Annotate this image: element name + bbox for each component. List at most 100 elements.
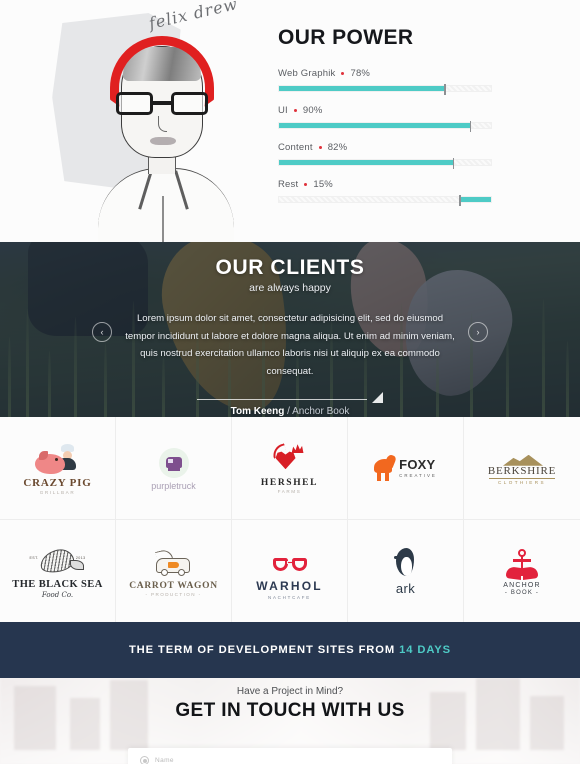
testimonial-quote: Lorem ipsum dolor sit amet, consectetur … [125,313,455,378]
skill-name: Content [278,142,313,153]
logo-cell-berkshire[interactable]: BERKSHIRE CLOTHIERS [464,417,580,520]
logo-tagline: CLOTHIERS [498,479,546,485]
logo-tagline: NACHTCAFE [267,594,312,600]
client-logos-grid: CRAZY PIG GRILLBAR purpletruck HERSHEL F… [0,417,580,622]
skill-name: Rest [278,179,299,190]
logo-name: WARHOL [256,578,323,593]
logo-cell-purpletruck[interactable]: purpletruck [116,417,232,520]
skill-progress-knob [444,84,446,95]
skill-label-row: Web Graphik 78% [278,68,492,79]
logo-name: THE BLACK SEA [12,579,103,591]
logo-cell-warhol[interactable]: WARHOL NACHTCAFE [232,519,348,622]
skill-item: Rest 15% [278,179,492,206]
logo-cell-ark[interactable]: ark [348,519,464,622]
glasses-icon [272,542,307,576]
logo-name: FOXY [399,456,436,472]
logo-cell-foxy[interactable]: FOXY CREATIVE [348,417,464,520]
portrait-nose [158,116,167,132]
divider-arrow-icon [372,391,383,403]
skill-label-row: Content 82% [278,142,492,153]
name-field-row[interactable]: Name [140,756,440,764]
logo-tagline: GRILLBAR [39,490,76,496]
bullet-dot-icon [318,146,322,149]
skill-progress-bar [278,195,492,206]
skill-label-row: Rest 15% [278,179,492,190]
skill-progress-bar [278,158,492,169]
logo-tagline: - PRODUCTION - [145,592,202,598]
clients-content: OUR CLIENTS are always happy Lorem ipsum… [0,242,580,417]
skill-item: Web Graphik 78% [278,68,492,95]
logo-tagline: CREATIVE [399,472,437,478]
glasses-bridge [153,101,171,105]
our-power-panel: OUR POWER Web Graphik 78% UI 90% Content… [272,0,580,242]
glasses-icon [116,92,208,115]
our-clients-title: OUR CLIENTS [215,256,365,279]
skill-name: UI [278,105,288,116]
logo-name: BERKSHIRE [487,464,557,477]
get-in-touch-section: Have a Project in Mind? GET IN TOUCH WIT… [0,678,580,764]
skill-progress-fill [459,197,491,202]
skill-item: UI 90% [278,105,492,132]
carrot-van-icon [148,544,200,578]
skill-percent: 82% [327,142,348,153]
skill-progress-knob [469,121,472,132]
skill-label-row: UI 90% [278,105,492,116]
portrait-shirt-placket [162,196,164,242]
divider-line [197,398,367,400]
portrait-illustration-icon [96,36,236,242]
contact-subtitle: Have a Project in Mind? [236,686,344,697]
logo-name: ark [395,581,416,597]
logo-cell-hershel[interactable]: HERSHEL FARMS [232,417,348,520]
hero-our-power-section: felix drew OUR POWER Web Graphik 78% UI … [0,0,580,242]
hero-illustration: felix drew [0,0,272,242]
skill-progress-knob [452,158,455,169]
skill-percent: 90% [302,105,323,116]
skill-progress-bar [278,84,492,95]
logo-tagline: - BOOK - [504,590,540,597]
purple-truck-icon [158,444,189,478]
fox-icon: FOXY CREATIVE [374,453,437,481]
logo-tagline: Food Co. [41,591,74,600]
skill-percent: 15% [313,179,333,190]
term-banner-label: THE TERM OF DEVELOPMENT SITES FROM [128,644,400,656]
author-company: Anchor Book [292,406,350,417]
penguin-icon [393,544,418,578]
bullet-dot-icon [304,183,308,186]
pig-chef-icon [34,440,81,475]
bullet-dot-icon [293,109,297,112]
portrait-mouth [150,137,176,145]
term-banner-text: THE TERM OF DEVELOPMENT SITES FROM 14 DA… [129,644,451,656]
development-term-banner: THE TERM OF DEVELOPMENT SITES FROM 14 DA… [0,622,580,678]
anchor-book-icon [505,545,539,581]
skill-progress-knob [459,195,461,206]
logo-name: purpletruck [151,480,196,491]
logo-name: ANCHOR [503,582,541,590]
logo-cell-the-black-sea[interactable]: EST. 2013 THE BLACK SEA Food Co. [0,519,116,622]
term-banner-highlight: 14 DAYS [399,644,452,656]
our-clients-section: ‹ › OUR CLIENTS are always happy Lorem i… [0,242,580,417]
skill-item: Content 82% [278,142,492,169]
skill-name: Web Graphik [278,68,336,79]
contact-content: Have a Project in Mind? GET IN TOUCH WIT… [0,678,580,722]
logo-cell-crazy-pig[interactable]: CRAZY PIG GRILLBAR [0,417,116,520]
logo-cell-carrot-wagon[interactable]: CARROT WAGON - PRODUCTION - [116,519,232,622]
testimonial-divider [197,391,383,403]
shell-fish-icon: EST. 2013 [30,542,86,576]
author-name: Tom Keeng [230,406,285,417]
logo-tagline: FARMS [277,489,302,495]
our-power-title: OUR POWER [278,26,414,49]
logo-name: CRAZY PIG [23,477,92,490]
our-clients-subtitle: are always happy [249,282,331,294]
name-field-label: Name [155,757,174,764]
skill-percent: 78% [350,68,371,79]
mountain-icon: BERKSHIRE CLOTHIERS [485,454,559,485]
glasses-lens-right [171,92,208,115]
rooster-heart-icon [270,441,308,475]
user-circle-icon [140,756,149,764]
logo-name: HERSHEL [260,478,319,489]
skill-progress-fill [279,160,453,165]
author-separator: / [284,406,293,417]
skill-progress-fill [279,123,470,128]
logo-cell-anchor-book[interactable]: ANCHOR - BOOK - [464,520,580,623]
contact-title: GET IN TOUCH WITH US [175,700,405,721]
